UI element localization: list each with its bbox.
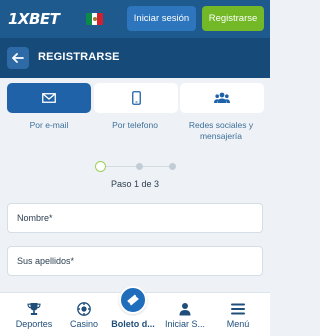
arrow-left-icon — [12, 53, 24, 63]
casino-chip-icon — [76, 301, 92, 317]
back-button[interactable] — [7, 47, 29, 69]
nav-label-menu: Menú — [226, 319, 250, 329]
nav-label-login: Iniciar S... — [164, 319, 205, 329]
method-phone-button[interactable] — [94, 83, 178, 113]
nav-item-betslip[interactable]: Boleto d... — [108, 286, 158, 336]
top-bar: 1XBET Iniciar sesión Registrarse — [0, 0, 270, 38]
ticket-icon — [119, 286, 147, 314]
method-social-button[interactable] — [180, 83, 264, 113]
nav-label-sports: Deportes — [15, 319, 53, 329]
envelope-icon — [42, 93, 56, 103]
page-title: REGISTRARSE — [38, 51, 120, 63]
method-phone-label[interactable]: Por telefono — [90, 120, 180, 131]
user-icon — [177, 301, 193, 317]
nav-item-menu[interactable]: Menú — [216, 293, 260, 336]
mexico-flag-icon[interactable] — [86, 13, 103, 25]
step-dot-current — [95, 161, 106, 172]
brand-logo[interactable]: 1XBET — [8, 10, 60, 28]
method-email-label[interactable]: Por e-mail — [4, 120, 94, 131]
nav-item-casino[interactable]: Casino — [62, 293, 106, 336]
step-text: Paso 1 de 3 — [110, 179, 160, 189]
login-button[interactable]: Iniciar sesión — [127, 6, 196, 31]
bottom-nav: Deportes Casino Boleto d... Iniciar S...… — [0, 286, 270, 336]
phone-icon — [131, 91, 141, 105]
last-name-field[interactable]: Sus apellidos* — [7, 246, 263, 276]
people-icon — [214, 92, 230, 103]
menu-icon — [230, 301, 246, 317]
nav-label-betslip: Boleto d... — [111, 319, 155, 329]
first-name-field[interactable]: Nombre* — [7, 203, 263, 233]
method-social-label[interactable]: Redes sociales y mensajería — [176, 120, 266, 142]
register-button[interactable]: Registrarse — [202, 6, 264, 31]
step-dot — [136, 163, 143, 170]
registration-methods: Por e-mail Por telefono Redes sociales y… — [0, 83, 270, 143]
nav-label-casino: Casino — [69, 319, 98, 329]
trophy-icon — [26, 301, 42, 317]
nav-item-sports[interactable]: Deportes — [8, 293, 60, 336]
title-bar: REGISTRARSE — [0, 38, 270, 78]
nav-item-login[interactable]: Iniciar S... — [160, 293, 210, 336]
logo-text: 1XBET — [8, 10, 60, 28]
method-email-button[interactable] — [7, 83, 91, 113]
step-dot — [169, 163, 176, 170]
